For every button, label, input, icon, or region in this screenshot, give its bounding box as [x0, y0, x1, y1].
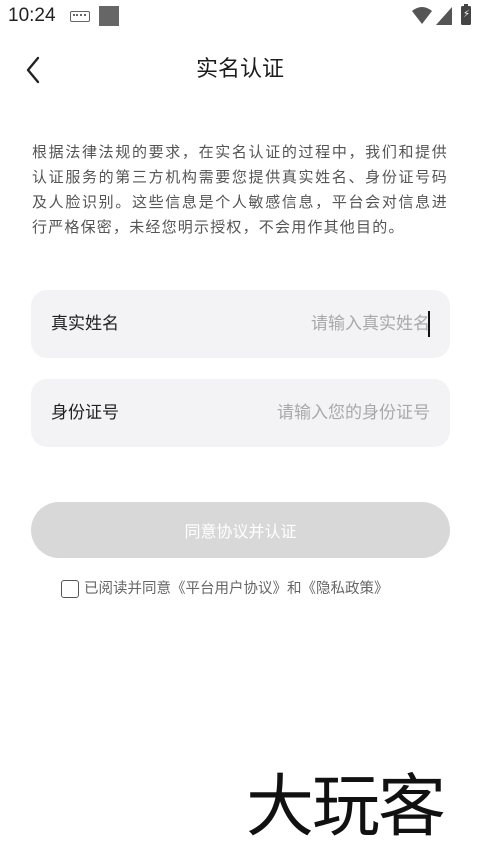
- id-number-field[interactable]: 身份证号: [31, 379, 450, 447]
- real-name-field[interactable]: 真实姓名: [31, 290, 450, 358]
- chevron-left-icon[interactable]: [22, 54, 46, 86]
- watermark-logo: 大玩客: [246, 768, 446, 847]
- id-number-input[interactable]: [200, 398, 430, 428]
- real-name-label: 真实姓名: [51, 314, 119, 334]
- page-title: 实名认证: [195, 57, 284, 82]
- agreement-joiner: 和: [287, 581, 302, 597]
- user-agreement-link[interactable]: 《平台用户协议》: [171, 581, 287, 597]
- signal-icon: [436, 7, 452, 25]
- app-square-icon: [99, 6, 119, 26]
- agreement-prefix: 已阅读并同意: [84, 581, 171, 597]
- privacy-policy-link[interactable]: 《隐私政策》: [302, 581, 389, 597]
- agreement-checkbox[interactable]: [61, 580, 79, 598]
- agreement-text: 已阅读并同意《平台用户协议》和《隐私政策》: [84, 578, 389, 600]
- watermark: 大玩客: [246, 768, 478, 848]
- app-header: 实名认证: [0, 40, 480, 100]
- status-time: 10:24: [8, 5, 56, 26]
- text-cursor: [428, 311, 430, 337]
- wifi-icon: [412, 7, 432, 24]
- status-bar: 10:24 ⚡: [0, 0, 480, 34]
- id-number-label: 身份证号: [51, 403, 119, 423]
- privacy-notice: 根据法律法规的要求，在实名认证的过程中，我们和提供认证服务的第三方机构需要您提供…: [32, 143, 448, 236]
- keyboard-icon: [70, 11, 90, 22]
- battery-charging-icon: ⚡: [461, 4, 471, 25]
- charging-bolt-icon: ⚡: [463, 9, 471, 20]
- real-name-input[interactable]: [200, 309, 430, 339]
- agree-and-verify-button[interactable]: 同意协议并认证: [31, 502, 450, 558]
